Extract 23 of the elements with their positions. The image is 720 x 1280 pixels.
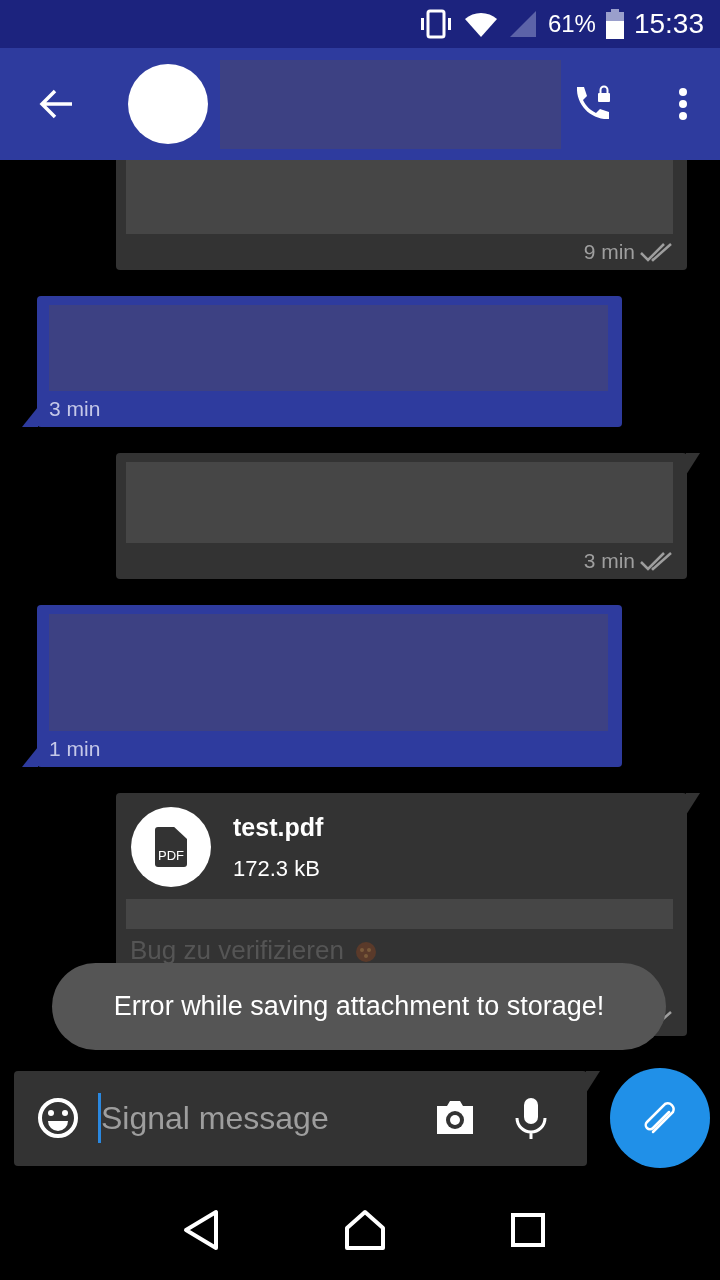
error-toast: Error while saving attachment to storage!: [52, 963, 666, 1050]
home-icon: [343, 1208, 387, 1252]
file-type-label: PDF: [158, 848, 184, 863]
message-time: 3 min: [49, 397, 101, 421]
clock: 15:33: [633, 8, 704, 40]
message-time: 1 min: [49, 737, 101, 761]
file-size: 172.3 kB: [233, 855, 321, 882]
pdf-file-icon[interactable]: PDF: [131, 807, 211, 887]
file-name: test.pdf: [233, 812, 324, 842]
microphone-icon: [513, 1096, 549, 1140]
back-arrow-icon: [39, 89, 73, 119]
battery-percentage: 61%: [547, 10, 596, 38]
smiley-icon: [36, 1096, 80, 1140]
wifi-icon: [463, 10, 498, 38]
more-options-icon: [678, 87, 688, 121]
message-time: 9 min: [583, 240, 635, 264]
message-field[interactable]: Signal message: [14, 1070, 587, 1166]
home-button[interactable]: [343, 1208, 387, 1252]
battery-icon: [605, 9, 624, 39]
message-input[interactable]: Signal message: [98, 1093, 421, 1143]
message-time: 3 min: [583, 549, 635, 573]
microphone-button[interactable]: [513, 1096, 549, 1140]
emoji-button[interactable]: [36, 1096, 80, 1140]
